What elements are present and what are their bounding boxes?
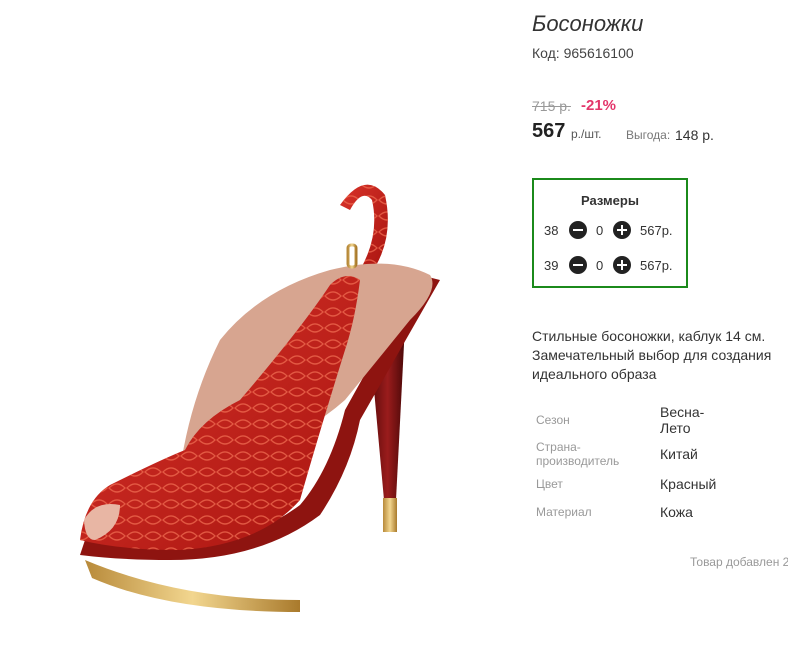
attr-value-color: Красный bbox=[660, 476, 717, 492]
attr-label-country: Страна-производитель bbox=[536, 440, 620, 468]
product-description: Стильные босоножки, каблук 14 см. Замеча… bbox=[532, 328, 772, 382]
discount-badge: -21% bbox=[581, 97, 617, 114]
attr-value-country: Китай bbox=[660, 446, 698, 462]
sizes-box: Размеры 38 0 567р. 39 0 567р. bbox=[532, 178, 688, 288]
attr-label-color: Цвет bbox=[536, 477, 563, 491]
product-image bbox=[0, 0, 520, 654]
minus-circle-icon[interactable] bbox=[569, 221, 587, 239]
old-price: 715 р. bbox=[532, 98, 571, 114]
product-code: Код: 965616100 bbox=[532, 45, 634, 61]
sizes-title: Размеры bbox=[581, 193, 639, 208]
attr-label-material: Материал bbox=[536, 505, 592, 519]
size-row: 38 0 567р. bbox=[534, 221, 686, 241]
quantity-value: 0 bbox=[596, 258, 604, 273]
saving-value: 148 р. bbox=[675, 127, 714, 143]
plus-circle-icon[interactable] bbox=[613, 221, 631, 239]
size-price: 567р. bbox=[640, 258, 673, 273]
current-price: 567 bbox=[532, 120, 566, 142]
saving-label: Выгода: bbox=[626, 128, 671, 142]
added-date: Товар добавлен 2 bbox=[690, 555, 788, 569]
plus-circle-icon[interactable] bbox=[613, 256, 631, 274]
size-row: 39 0 567р. bbox=[534, 256, 686, 276]
quantity-value: 0 bbox=[596, 223, 604, 238]
attr-value-season: Весна-Лето bbox=[660, 404, 705, 436]
size-value: 38 bbox=[544, 223, 559, 238]
attr-value-material: Кожа bbox=[660, 504, 693, 520]
size-price: 567р. bbox=[640, 223, 673, 238]
size-value: 39 bbox=[544, 258, 559, 273]
attr-label-season: Сезон bbox=[536, 413, 570, 427]
price-unit: р./шт. bbox=[571, 127, 602, 141]
product-title: Босоножки bbox=[532, 11, 644, 36]
minus-circle-icon[interactable] bbox=[569, 256, 587, 274]
